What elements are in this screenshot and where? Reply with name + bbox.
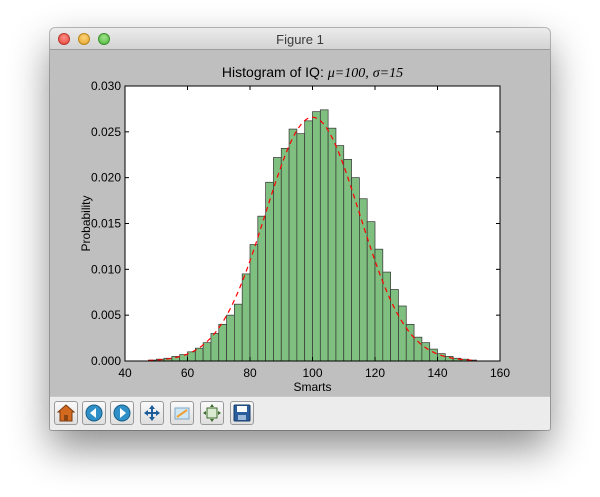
- histogram-bar: [241, 273, 251, 362]
- histogram-bar: [288, 128, 298, 362]
- histogram-bar: [359, 198, 368, 362]
- histogram-bar: [179, 354, 188, 362]
- figure-window: Figure 1 40 60 80 100 120 140 160 0.000 0.005 0.0…: [50, 28, 550, 430]
- y-tick-label: 0.020: [91, 171, 121, 185]
- histogram-bar: [249, 244, 259, 362]
- histogram-bar: [374, 248, 384, 362]
- save-button[interactable]: [230, 401, 254, 425]
- histogram-bar: [257, 215, 266, 362]
- forward-button[interactable]: [110, 401, 134, 425]
- histogram-bar: [296, 133, 306, 362]
- histogram-chart: 40 60 80 100 120 140 160 0.000 0.005 0.010 0.015 0.…: [79, 64, 510, 394]
- arrow-left-icon: [85, 404, 103, 422]
- histogram-bar: [226, 314, 235, 362]
- home-button[interactable]: [54, 401, 78, 425]
- histogram-bar: [312, 111, 321, 362]
- histogram-bar: [187, 351, 196, 362]
- histogram-bar: [280, 147, 290, 362]
- floppy-disk-icon: [233, 404, 251, 422]
- x-tick-label: 40: [118, 366, 132, 380]
- histogram-bar: [366, 221, 376, 362]
- zoom-button[interactable]: [170, 401, 194, 425]
- y-tick-label: 0.005: [91, 308, 121, 322]
- home-icon: [56, 404, 76, 422]
- y-tick-label: 0.025: [91, 125, 121, 139]
- histogram-bar: [390, 289, 399, 362]
- x-axis-label: Smarts: [293, 380, 331, 394]
- y-tick-label: 0.015: [91, 217, 121, 231]
- x-tick-label: 60: [181, 366, 195, 380]
- zoom-rect-icon: [174, 407, 190, 420]
- title-bar: Figure 1: [50, 28, 550, 50]
- x-tick-label: 160: [490, 366, 510, 380]
- histogram-bar: [202, 342, 212, 362]
- histogram-bar: [398, 305, 407, 362]
- histogram-bar: [351, 177, 360, 362]
- histogram-bar: [319, 109, 329, 362]
- histogram-bar: [437, 353, 446, 362]
- histogram-bar: [343, 158, 352, 362]
- x-tick-label: 100: [302, 366, 322, 380]
- window-title: Figure 1: [276, 32, 324, 47]
- figure-canvas: 40 60 80 100 120 140 160 0.000 0.005 0.010 0.015 0.…: [50, 50, 550, 396]
- arrow-right-icon: [113, 404, 131, 422]
- histogram-bar: [382, 271, 391, 362]
- x-tick-label: 120: [365, 366, 385, 380]
- histogram-bar: [413, 336, 423, 362]
- subplots-icon: [203, 404, 221, 422]
- y-tick-label: 0.030: [91, 79, 121, 93]
- histogram-bar: [273, 157, 282, 362]
- histogram-bar: [327, 127, 337, 362]
- histogram-bar: [429, 348, 438, 362]
- x-tick-label: 140: [427, 366, 447, 380]
- histogram-bar: [335, 145, 345, 362]
- y-axis-label: Probability: [79, 195, 93, 251]
- pan-button[interactable]: [140, 401, 164, 425]
- y-tick-label: 0.000: [91, 354, 121, 368]
- chart-title: Histogram of IQ: μ=100, σ=15: [222, 64, 403, 81]
- histogram-bar: [234, 303, 243, 362]
- y-tick-label: 0.010: [91, 262, 121, 276]
- back-button[interactable]: [82, 401, 106, 425]
- histogram-bar: [421, 342, 431, 362]
- histogram-bar: [210, 333, 220, 362]
- configure-subplots-button[interactable]: [200, 401, 224, 425]
- histogram-bar: [304, 120, 313, 362]
- histogram-bar: [218, 323, 227, 362]
- move-arrows-icon: [144, 405, 160, 421]
- x-tick-label: 80: [243, 366, 257, 380]
- navigation-toolbar: [50, 396, 550, 430]
